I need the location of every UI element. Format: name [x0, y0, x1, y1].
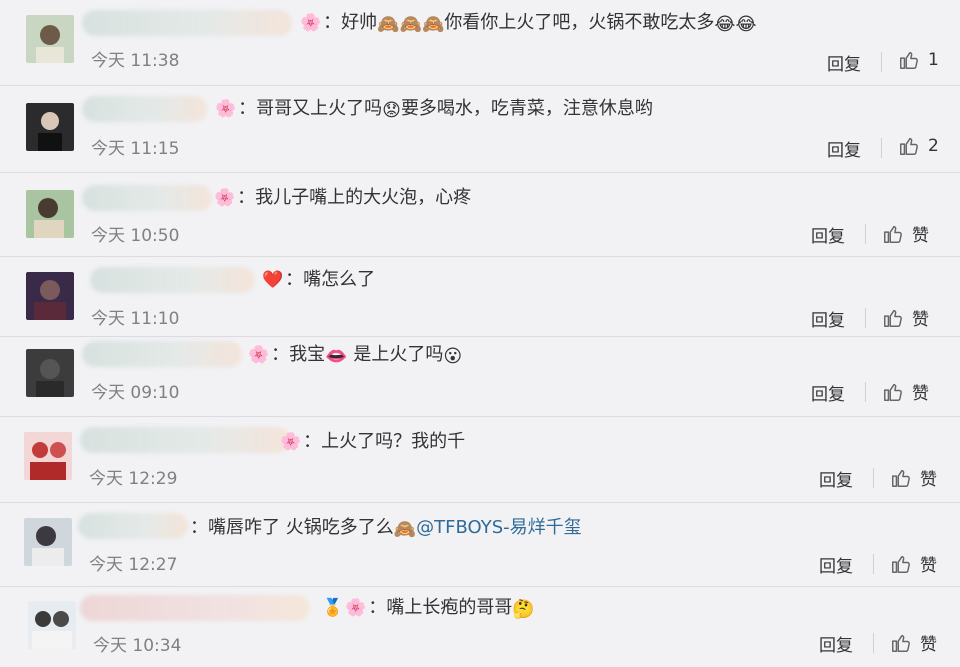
comment-item: 🏅 🌸 ：嘴上长疱的哥哥🤔 今天 10:34 回复 赞 — [0, 587, 960, 667]
reply-button[interactable]: 回复 — [827, 50, 861, 75]
comment-item: ：嘴唇咋了 火锅吃多了么🙈@TFBOYS-易烊千玺 今天 12:27 回复 赞 — [0, 503, 960, 587]
timestamp: 今天 11:15 — [91, 139, 180, 159]
like-label: 赞 — [912, 226, 929, 246]
divider — [873, 554, 874, 574]
timestamp: 今天 10:50 — [91, 226, 180, 246]
like-label: 赞 — [920, 556, 937, 576]
comment-text: 🏅 🌸 ：嘴上长疱的哥哥🤔 — [322, 595, 535, 623]
flower-badge-icon: 🌸 — [300, 13, 322, 33]
username-blurred[interactable] — [78, 513, 188, 539]
timestamp: 今天 12:29 — [89, 469, 178, 489]
avatar[interactable] — [28, 601, 76, 649]
timestamp: 今天 09:10 — [91, 383, 180, 403]
divider — [865, 382, 866, 402]
timestamp: 今天 10:34 — [93, 636, 182, 656]
avatar[interactable] — [26, 15, 74, 63]
thumbs-up-icon — [892, 469, 910, 487]
avatar[interactable] — [26, 349, 74, 397]
comment-list: 🌸 ：好帅🙈🙈🙈你看你上火了吧，火锅不敢吃太多😂😂 今天 11:38 回复 1 🌸… — [0, 0, 960, 667]
like-label: 赞 — [920, 635, 937, 655]
avatar[interactable] — [26, 103, 74, 151]
divider — [881, 52, 882, 72]
divider — [873, 468, 874, 488]
username-blurred[interactable] — [80, 595, 310, 621]
comment-item: 🌸 ：我儿子嘴上的大火泡，心疼 今天 10:50 回复 赞 — [0, 173, 960, 257]
like-count: 1 — [928, 50, 939, 70]
timestamp: 今天 12:27 — [89, 555, 178, 575]
laughing-crying-emoji-icon: 😂😂 — [714, 14, 757, 35]
thumbs-up-icon — [884, 225, 902, 243]
monkey-emoji-icon: 🙈🙈🙈 — [377, 14, 445, 35]
timestamp: 今天 11:38 — [91, 51, 180, 71]
comment-item: 🌸 ：上火了吗？我的千 今天 12:29 回复 赞 — [0, 417, 960, 503]
mention-link[interactable]: @TFBOYS-易烊千玺 — [416, 517, 581, 538]
username-blurred[interactable] — [82, 185, 212, 211]
flower-badge-icon: 🌸 — [248, 345, 270, 365]
reply-button[interactable]: 回复 — [811, 222, 845, 247]
like-button[interactable]: 1 — [898, 49, 939, 71]
comment-item: ❤️ ：嘴怎么了 今天 11:10 回复 赞 — [0, 257, 960, 337]
like-button[interactable]: 赞 — [882, 221, 929, 246]
comment-text: 🌸 ：哥哥又上火了吗😟要多喝水，吃青菜，注意休息哟 — [215, 96, 653, 124]
reply-button[interactable]: 回复 — [811, 306, 845, 331]
comment-item: 🌸 ：哥哥又上火了吗😟要多喝水，吃青菜，注意休息哟 今天 11:15 回复 2 — [0, 86, 960, 173]
avatar[interactable] — [24, 518, 72, 566]
thumbs-up-icon — [892, 634, 910, 652]
reply-button[interactable]: 回复 — [827, 136, 861, 161]
thinking-emoji-icon: 🤔 — [512, 599, 535, 620]
comment-text: 🌸 ：我儿子嘴上的大火泡，心疼 — [214, 187, 472, 208]
divider — [881, 138, 882, 158]
like-count: 2 — [928, 136, 939, 156]
medal-badge-icon: 🏅 — [322, 598, 344, 618]
thumbs-up-icon — [900, 137, 918, 155]
comment-text: ❤️ ：嘴怎么了 — [262, 269, 376, 290]
like-label: 赞 — [912, 310, 929, 330]
thumbs-up-icon — [892, 555, 910, 573]
reply-button[interactable]: 回复 — [819, 631, 853, 656]
username-blurred[interactable] — [90, 267, 255, 293]
like-label: 赞 — [912, 384, 929, 404]
monkey-emoji-icon: 🙈 — [393, 519, 417, 540]
thumbs-up-icon — [884, 309, 902, 327]
like-button[interactable]: 赞 — [890, 551, 937, 576]
reply-button[interactable]: 回复 — [811, 380, 845, 405]
username-blurred[interactable] — [82, 341, 242, 367]
avatar[interactable] — [26, 272, 74, 320]
comment-text: 🌸 ：上火了吗？我的千 — [280, 431, 466, 452]
flower-badge-icon: 🌸 — [215, 99, 237, 119]
flower-badge-icon: 🌸 — [280, 432, 302, 452]
worried-emoji-icon: 😟 — [382, 100, 401, 121]
username-blurred[interactable] — [80, 427, 290, 453]
comment-item: 🌸 ：好帅🙈🙈🙈你看你上火了吧，火锅不敢吃太多😂😂 今天 11:38 回复 1 — [0, 0, 960, 86]
username-blurred[interactable] — [82, 96, 207, 122]
like-button[interactable]: 赞 — [890, 630, 937, 655]
comment-item: 🌸 ：我宝👄 是上火了吗😮 今天 09:10 回复 赞 — [0, 337, 960, 417]
like-button[interactable]: 赞 — [882, 305, 929, 330]
reply-button[interactable]: 回复 — [819, 552, 853, 577]
divider — [865, 224, 866, 244]
like-button[interactable]: 赞 — [882, 379, 929, 404]
flower-badge-icon: 🌸 — [214, 188, 236, 208]
divider — [873, 633, 874, 653]
timestamp: 今天 11:10 — [91, 309, 180, 329]
thumbs-up-icon — [884, 383, 902, 401]
avatar[interactable] — [26, 190, 74, 238]
like-button[interactable]: 赞 — [890, 465, 937, 490]
comment-text: 🌸 ：我宝👄 是上火了吗😮 — [248, 342, 462, 370]
thumbs-up-icon — [900, 51, 918, 69]
like-button[interactable]: 2 — [898, 135, 939, 157]
reply-button[interactable]: 回复 — [819, 466, 853, 491]
heart-badge-icon: ❤️ — [262, 270, 284, 290]
divider — [865, 308, 866, 328]
flower-badge-icon: 🌸 — [345, 598, 367, 618]
comment-text: ：嘴唇咋了 火锅吃多了么🙈@TFBOYS-易烊千玺 — [190, 515, 582, 543]
comment-text: 🌸 ：好帅🙈🙈🙈你看你上火了吧，火锅不敢吃太多😂😂 — [300, 10, 757, 38]
avatar[interactable] — [24, 432, 72, 480]
like-label: 赞 — [920, 470, 937, 490]
username-blurred[interactable] — [82, 10, 292, 36]
lips-emoji-icon: 👄 — [325, 346, 348, 367]
surprised-emoji-icon: 😮 — [443, 346, 463, 367]
